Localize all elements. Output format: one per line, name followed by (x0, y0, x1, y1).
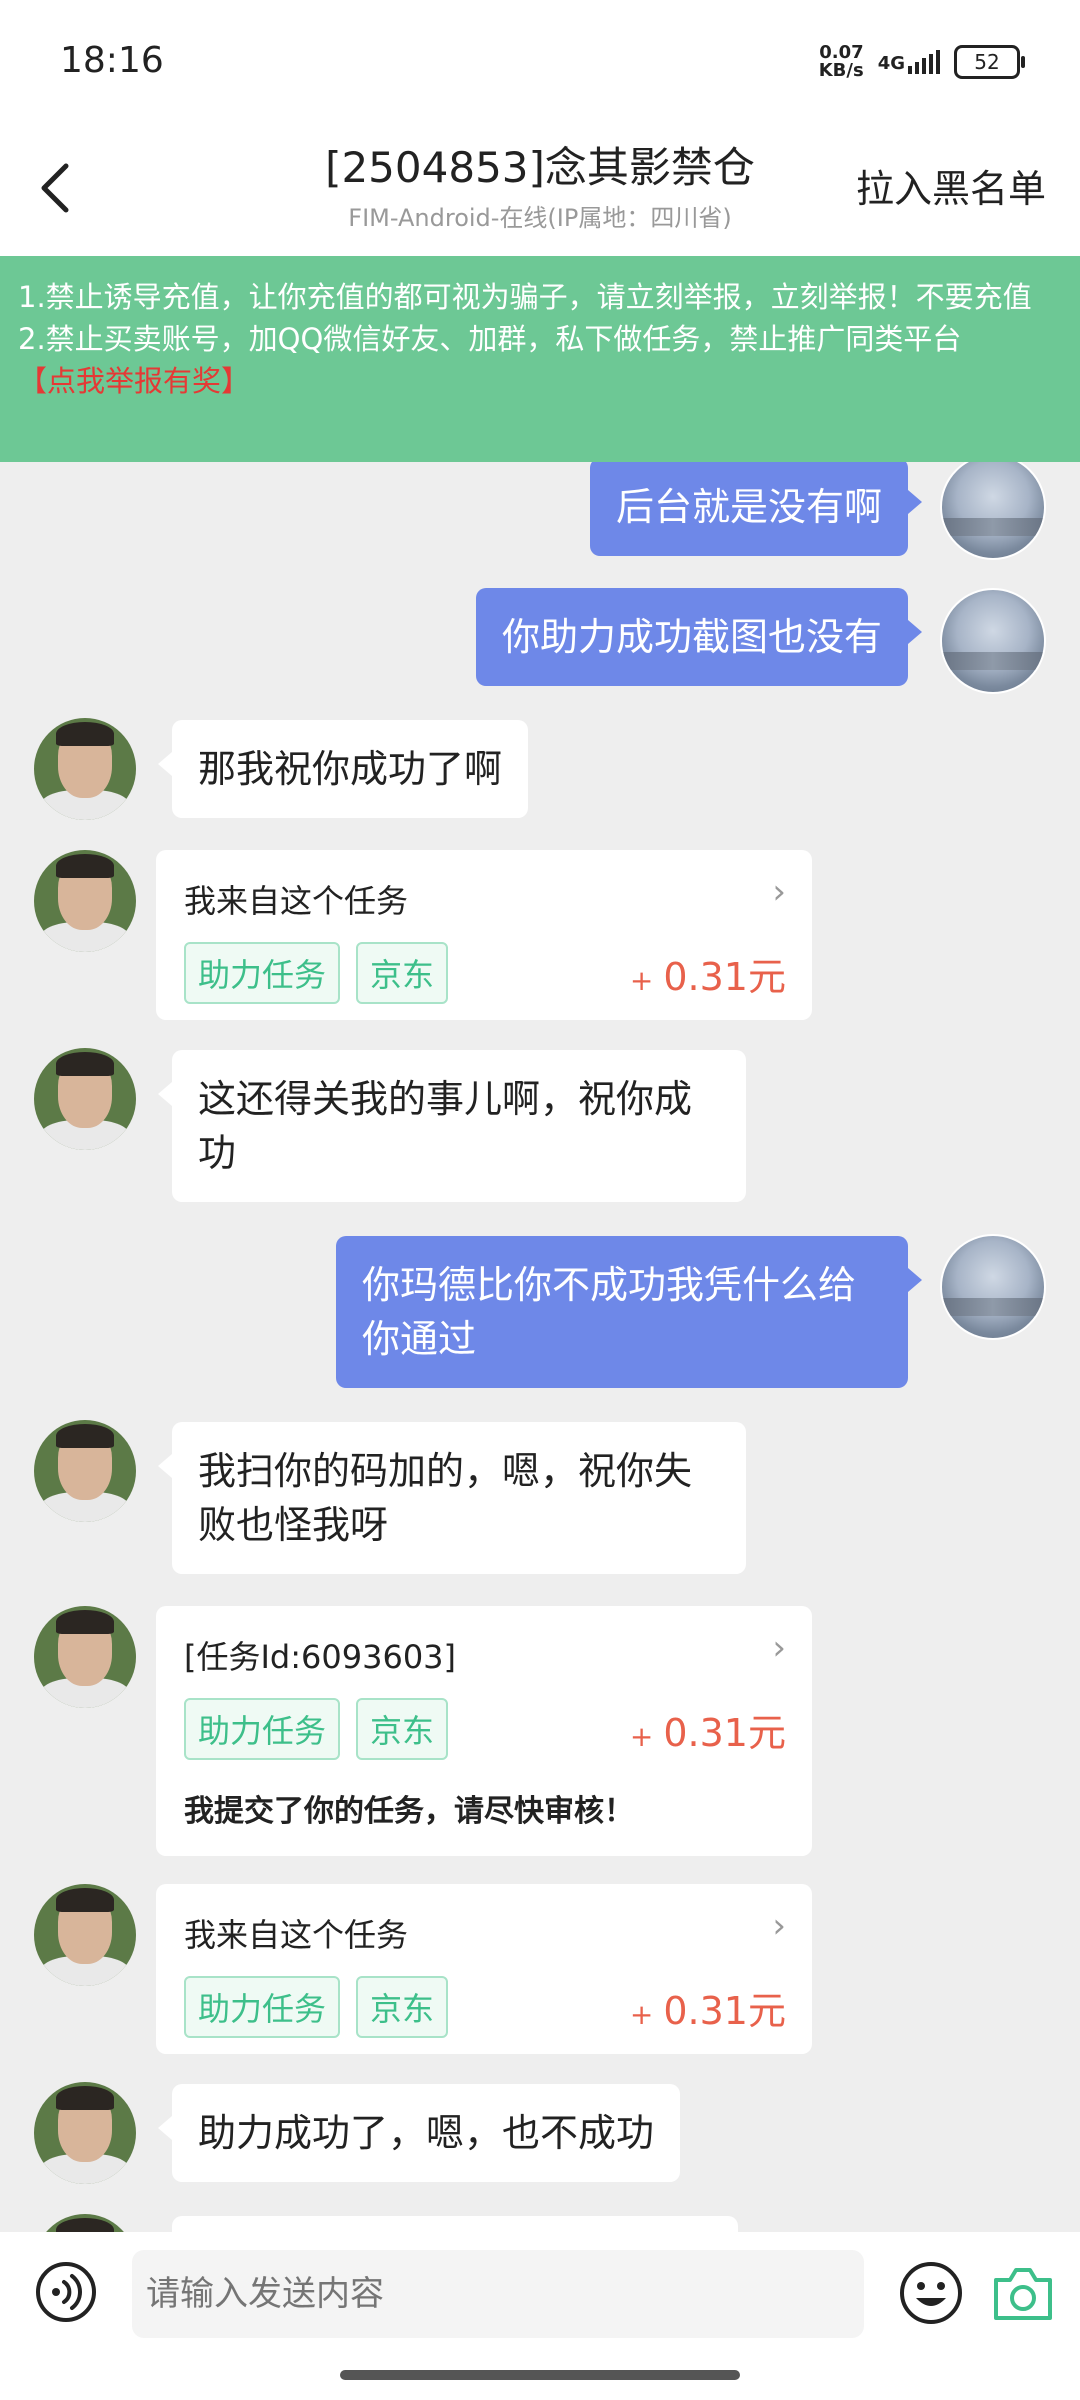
task-tag: 助力任务 (184, 942, 341, 1004)
task-tag: 助力任务 (184, 1698, 341, 1760)
task-tag: 京东 (356, 942, 449, 1004)
signal-icon: 4G (878, 50, 940, 74)
task-tag: 京东 (356, 1698, 449, 1760)
status-time: 18:16 (60, 40, 164, 81)
message-input-bar (0, 2232, 1080, 2400)
contact-avatar[interactable] (34, 1048, 136, 1150)
contact-avatar[interactable] (34, 718, 136, 820)
task-tag: 京东 (356, 1976, 449, 2038)
network-speed: 0.07 KB/s (818, 42, 864, 81)
message-bubble-sent[interactable]: 后台就是没有啊 (589, 462, 923, 556)
message-bubble-received[interactable]: 助力成功了，嗯，也不成功 (157, 2084, 681, 2182)
task-price: +0.31元 (629, 954, 786, 999)
task-card-title: 我来自这个任务 (184, 882, 409, 920)
my-avatar[interactable] (940, 1234, 1046, 1340)
message-bubble-sent[interactable]: 你助力成功截图也没有 (475, 588, 923, 686)
task-price: +0.31元 (629, 1988, 786, 2033)
chevron-right-icon: › (772, 1906, 786, 1946)
task-card-note: 我提交了你的任务，请尽快审核！ (184, 1794, 634, 1829)
notice-line-2: 2.禁止买卖账号，加QQ微信好友、加群，私下做任务，禁止推广同类平台 (18, 322, 962, 356)
report-link[interactable]: 【点我举报有奖】 (18, 360, 1062, 402)
message-input[interactable] (132, 2250, 864, 2338)
battery-icon: 52 (954, 45, 1025, 79)
contact-avatar[interactable] (34, 850, 136, 952)
camera-icon[interactable] (990, 2262, 1056, 2324)
task-price: +0.31元 (629, 1710, 786, 1755)
warning-notice: 1.禁止诱导充值，让你充值的都可视为骗子，请立刻举报，立刻举报！不要充值 2.禁… (0, 256, 1080, 462)
status-bar: 18:16 0.07 KB/s 4G 52 (0, 0, 1080, 120)
task-card-title: [任务Id:6093603] (184, 1638, 457, 1676)
message-bubble-received[interactable]: 那我祝你成功了啊 (157, 720, 529, 818)
emoji-icon[interactable] (898, 2260, 964, 2326)
message-bubble-sent[interactable]: 你玛德比你不成功我凭什么给你通过 (336, 1236, 922, 1388)
task-card-title: 我来自这个任务 (184, 1916, 409, 1954)
status-icons: 0.07 KB/s 4G 52 (818, 42, 1025, 81)
contact-avatar[interactable] (34, 1606, 136, 1708)
home-indicator[interactable] (340, 2370, 740, 2380)
task-card[interactable]: [任务Id:6093603] › 助力任务 京东 +0.31元 我提交了你的任务… (156, 1606, 812, 1856)
chevron-right-icon: › (772, 1628, 786, 1668)
blacklist-button[interactable]: 拉入黑名单 (856, 158, 1046, 213)
message-list[interactable]: 后台就是没有啊 你助力成功截图也没有 那我祝你成功了啊 我来自这个任务 › 助力… (0, 462, 1080, 2232)
message-bubble-received[interactable]: 这还得关我的事儿啊，祝你成功 (158, 1050, 746, 1202)
notice-line-1: 1.禁止诱导充值，让你充值的都可视为骗子，请立刻举报，立刻举报！不要充值 (18, 280, 1032, 314)
voice-icon[interactable] (34, 2260, 98, 2324)
contact-avatar[interactable] (34, 2214, 136, 2232)
my-avatar[interactable] (940, 588, 1046, 694)
task-tag: 助力任务 (184, 1976, 341, 2038)
chevron-right-icon: › (772, 872, 786, 912)
my-avatar[interactable] (940, 462, 1046, 560)
task-card[interactable]: 我来自这个任务 › 助力任务 京东 +0.31元 (156, 850, 812, 1020)
contact-avatar[interactable] (34, 2082, 136, 2184)
message-bubble-received[interactable]: 我扫你的码加的，嗯，祝你失败也怪我呀 (158, 1422, 746, 1574)
contact-avatar[interactable] (34, 1884, 136, 1986)
chat-header: [2504853]念其影禁仓 FIM-Android-在线(IP属地：四川省) … (0, 120, 1080, 256)
message-bubble-received[interactable] (172, 2216, 738, 2232)
task-card[interactable]: 我来自这个任务 › 助力任务 京东 +0.31元 (156, 1884, 812, 2054)
contact-avatar[interactable] (34, 1420, 136, 1522)
